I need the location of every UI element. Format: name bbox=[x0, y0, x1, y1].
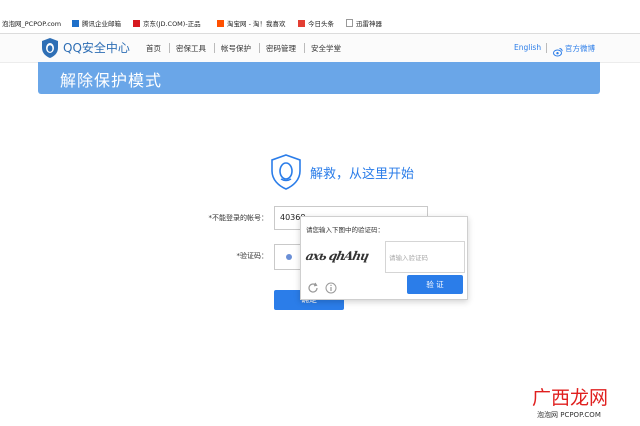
nav-account-protection[interactable]: 帐号保护 bbox=[221, 43, 251, 54]
nav-divider bbox=[214, 43, 215, 53]
bookmark-jd[interactable]: 京东(JD.COM)-正品 bbox=[133, 18, 201, 28]
bookmark-label: 京东(JD.COM)-正品 bbox=[143, 20, 201, 28]
verify-button[interactable]: 验 证 bbox=[407, 275, 463, 294]
page-title: 解除保护模式 bbox=[60, 71, 163, 90]
captcha-dot-icon bbox=[286, 254, 292, 260]
nav-divider bbox=[304, 43, 305, 53]
captcha-input[interactable]: 请输入验证码 bbox=[385, 241, 465, 273]
nav-security-school[interactable]: 安全学堂 bbox=[311, 43, 341, 54]
bookmark-label: 今日头条 bbox=[308, 20, 334, 28]
bookmarks-bar: 泡泡网_PCPOP.com 腾讯企业邮箱 京东(JD.COM)-正品 淘宝网 -… bbox=[0, 0, 640, 34]
bookmark-label: 迅雷神器 bbox=[356, 20, 382, 28]
mail-icon bbox=[72, 19, 79, 27]
refresh-icon[interactable] bbox=[307, 279, 319, 293]
toutiao-icon bbox=[298, 19, 305, 27]
bookmark-label: 泡泡网_PCPOP.com bbox=[2, 20, 62, 28]
bookmark-taobao[interactable]: 淘宝网 - 淘！我喜欢 bbox=[217, 18, 285, 28]
nav-home[interactable]: 首页 bbox=[146, 43, 161, 54]
penguin-shield-icon bbox=[270, 154, 302, 190]
shield-logo-icon bbox=[41, 37, 59, 59]
english-link[interactable]: English bbox=[514, 43, 541, 52]
bookmark-pcpop[interactable]: 泡泡网_PCPOP.com bbox=[2, 18, 61, 28]
bookmark-label: 淘宝网 - 淘！我喜欢 bbox=[227, 20, 286, 28]
bookmark-tencent-mail[interactable]: 腾讯企业邮箱 bbox=[72, 18, 121, 28]
captcha-label: *验证码： bbox=[236, 252, 269, 260]
bookmark-toutiao[interactable]: 今日头条 bbox=[298, 18, 334, 28]
captcha-popup: 请您输入下图中的验证码： ахь qhAhɥ 请输入验证码 验 证 bbox=[300, 216, 468, 300]
bookmark-label: 腾讯企业邮箱 bbox=[82, 20, 121, 28]
captcha-input-placeholder: 请输入验证码 bbox=[389, 254, 428, 262]
watermark-brand: 广西龙网 bbox=[532, 387, 609, 409]
watermark-site: 泡泡网 PCPOP.COM bbox=[537, 411, 601, 419]
bookmark-xunlei[interactable]: 迅雷神器 bbox=[346, 18, 382, 28]
jd-icon bbox=[133, 19, 140, 27]
weibo-icon bbox=[553, 42, 563, 57]
info-icon[interactable] bbox=[325, 279, 337, 294]
nav-divider bbox=[169, 43, 170, 53]
taobao-icon bbox=[217, 19, 224, 27]
nav-password-management[interactable]: 密码管理 bbox=[266, 43, 296, 54]
captcha-image-text: ахь qhAhɥ bbox=[304, 249, 370, 263]
site-logo-text[interactable]: QQ安全中心 bbox=[63, 39, 130, 56]
nav-divider bbox=[259, 43, 260, 53]
account-label: *不能登录的帐号： bbox=[208, 214, 269, 222]
nav-security-tools[interactable]: 密保工具 bbox=[176, 43, 206, 54]
weibo-link[interactable]: 官方微博 bbox=[565, 43, 595, 54]
rescue-heading: 解救，从这里开始 bbox=[310, 167, 415, 182]
nav-divider bbox=[546, 43, 547, 53]
captcha-popup-title: 请您输入下图中的验证码： bbox=[306, 226, 384, 234]
page-icon bbox=[346, 19, 353, 27]
captcha-image: ахь qhAhɥ bbox=[305, 243, 385, 273]
